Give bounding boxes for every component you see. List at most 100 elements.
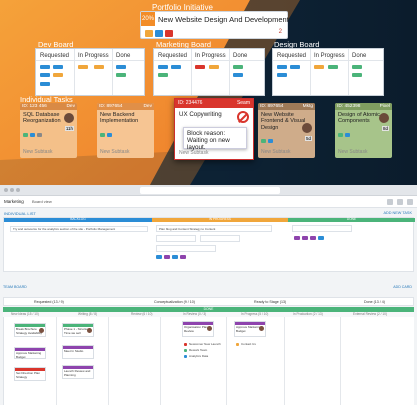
column-in-progress: In Progress: [195, 53, 226, 59]
marketing-board[interactable]: Requested In Progress Done: [153, 48, 265, 96]
avatar: [379, 113, 389, 123]
avatar: [39, 328, 44, 333]
column-header[interactable]: Ready to Stage (13): [254, 300, 286, 304]
subcolumn-header: Review (6 / 10): [131, 312, 153, 316]
column-done: Done: [352, 53, 367, 59]
kanban-card[interactable]: Organisation Plan Review: [182, 321, 214, 337]
column-header[interactable]: Done (13 / 4): [364, 300, 385, 304]
task-id: ID: 234476: [178, 100, 203, 106]
column-in-progress: In Progress: [314, 53, 345, 59]
filter-icon[interactable]: [387, 199, 393, 205]
subcolumn-header: In Review (0 / 3): [183, 312, 207, 316]
add-card-button[interactable]: ADD CARD: [393, 285, 412, 289]
task-icons: [100, 133, 112, 137]
team-board-title: TEAM BOARD: [3, 285, 27, 289]
task-id: ID: 452398: [337, 104, 361, 109]
maximize-icon[interactable]: [16, 188, 20, 192]
avatar: [87, 328, 92, 333]
avatar: [207, 326, 212, 331]
list-row[interactable]: Rework Team: [189, 348, 207, 352]
list-card[interactable]: Try and outsource for the analytics sect…: [10, 226, 148, 232]
task-icons: [23, 133, 42, 137]
task-tag: Mktg: [302, 104, 313, 109]
board-name[interactable]: Marketing: [4, 199, 24, 204]
status-dot: [184, 343, 187, 346]
column-done: Done: [116, 53, 131, 59]
column-done: Done: [233, 53, 248, 59]
lane-backlog: BACKLOG: [4, 217, 152, 222]
avatar: [302, 123, 312, 133]
portfolio-progress-badge: 20%: [141, 12, 155, 26]
kanban-card[interactable]: Phase 1 - Structure, Time we sell: [62, 323, 94, 337]
settings-icon[interactable]: [397, 199, 403, 205]
task-tag: Dev: [66, 104, 75, 109]
address-bar[interactable]: [140, 187, 280, 194]
close-icon[interactable]: [4, 188, 8, 192]
subcolumn-header: External Review (2 / 10): [353, 312, 388, 316]
task-card[interactable]: ID: 452398 Pixel Design of Atomic Compone…: [335, 103, 392, 158]
subcolumn-header: In Production (2 / 13): [293, 312, 323, 316]
task-icons: [261, 139, 273, 143]
app-screenshot: Marketing Board view INDIVIDUAL LIST ADD…: [0, 185, 417, 405]
subcolumn-header: New Ideas (15 / 10): [11, 312, 39, 316]
task-card[interactable]: ID: 123 456 Dev SQL Database Reorganizati…: [20, 103, 77, 158]
column-header[interactable]: Conceptualization (9 / 10): [154, 300, 195, 304]
list-row[interactable]: Analytics Data: [189, 354, 208, 358]
column-header[interactable]: Requested (13 / 9): [34, 300, 64, 304]
kanban-card[interactable]: Launch Review and Planning: [62, 365, 94, 379]
menu-icon[interactable]: [407, 199, 413, 205]
lane-done: DONE: [288, 217, 415, 222]
kanban-card[interactable]: Break Brochure Strategy Availability: [14, 323, 46, 337]
task-estimate: 5d: [304, 136, 312, 141]
task-card[interactable]: ID: 897654 Mktg New Website Frontend & Vi…: [258, 103, 315, 158]
task-estimate: 8d: [381, 126, 389, 131]
list-card[interactable]: [292, 225, 352, 232]
task-estimate: 11h: [64, 126, 74, 131]
progress-segment-icon: [155, 30, 163, 37]
new-subtask-link[interactable]: New Subtask: [100, 149, 129, 155]
team-board-grid: Break Brochure Strategy Availability App…: [3, 317, 414, 405]
dev-board[interactable]: Requested In Progress Done: [35, 48, 145, 96]
column-in-progress: In Progress: [78, 53, 109, 59]
list-card[interactable]: Plan blog and Content Strategy to Conten…: [156, 225, 272, 232]
new-subtask-link[interactable]: New Subtask: [261, 149, 290, 155]
blocked-icon[interactable]: [237, 111, 249, 123]
task-id: ID: 897654: [99, 104, 123, 109]
status-dot: [184, 355, 187, 358]
browser-titlebar: [0, 185, 417, 196]
column-requested: Requested: [277, 53, 307, 59]
avatar: [64, 113, 74, 123]
new-subtask-link[interactable]: New Subtask: [23, 149, 52, 155]
list-card[interactable]: [200, 235, 240, 242]
minimize-icon[interactable]: [10, 188, 14, 192]
portfolio-card-name: New Website Design And Development: [158, 15, 289, 24]
add-task-link[interactable]: ADD NEW TASK: [383, 211, 412, 215]
task-tag: Pixel: [379, 104, 390, 109]
list-card[interactable]: [156, 235, 196, 242]
view-selector[interactable]: Board view: [32, 199, 52, 204]
block-reason-tooltip: Block reason: Waiting on new layout.: [183, 127, 247, 151]
task-icons: [338, 133, 350, 137]
design-board[interactable]: Requested In Progress Done: [272, 48, 384, 96]
blocked-count: 2: [278, 29, 282, 35]
kanban-card[interactable]: Approve Marketing Budget: [14, 347, 46, 359]
list-card[interactable]: [156, 245, 216, 252]
progress-segment-icon: [165, 30, 173, 37]
status-dot: [236, 343, 239, 346]
new-subtask-link[interactable]: New Subtask: [338, 149, 367, 155]
list-row[interactable]: Contact Us: [241, 342, 256, 346]
kanban-card[interactable]: Set Direction Plan Strategy: [14, 367, 46, 381]
task-id: ID: 123 456: [22, 104, 47, 109]
task-tag: Dev: [143, 104, 152, 109]
task-card[interactable]: ID: 897654 Dev New Backend Implementation…: [97, 103, 154, 158]
portfolio-card-footer: 2: [143, 29, 285, 38]
kanban-card[interactable]: Meet In Studio: [62, 345, 94, 359]
app-toolbar: Marketing Board view: [0, 196, 417, 208]
kanban-card[interactable]: Approve Marketing Budget: [234, 321, 266, 337]
progress-segment-icon: [145, 30, 153, 37]
portfolio-card[interactable]: 20% New Website Design And Development 2: [140, 11, 289, 39]
individual-list-lanes: BACKLOG IN PROGRESS DONE Try and outsour…: [3, 217, 415, 272]
list-row[interactable]: Newcomer New Launch: [189, 342, 221, 346]
hero-illustration: Portfolio Initiative 20% New Website Des…: [0, 0, 417, 185]
subcolumn-header: Writing (8 / 8): [78, 312, 98, 316]
